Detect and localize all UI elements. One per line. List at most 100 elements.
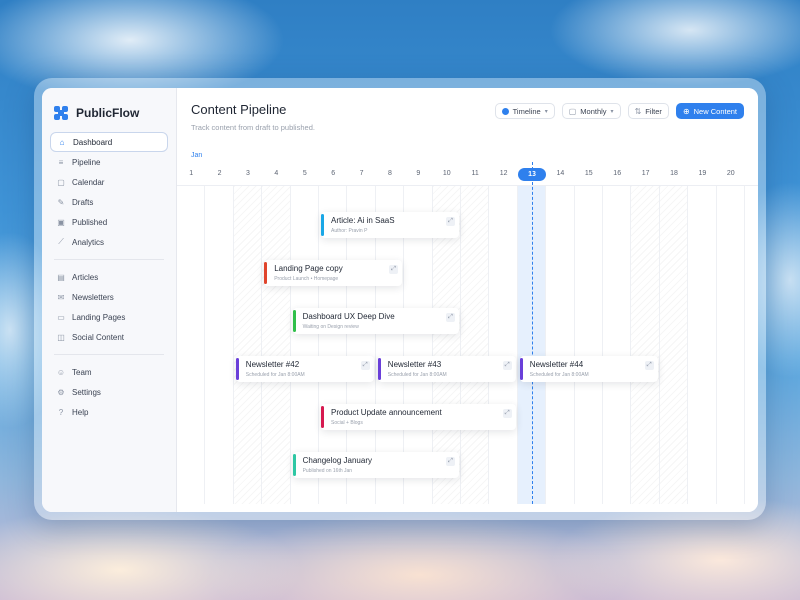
day-column	[205, 186, 234, 504]
card-subtitle: Author: Pravin P	[331, 228, 368, 234]
sidebar-item-newsletters[interactable]: ✉ Newsletters	[50, 287, 168, 307]
nav-divider	[54, 354, 164, 355]
page-title: Content Pipeline	[191, 102, 287, 117]
chart-icon: ⟋	[58, 237, 64, 246]
sidebar-item-label: Pipeline	[72, 157, 101, 167]
sidebar-item-analytics[interactable]: ⟋ Analytics	[50, 232, 168, 252]
card-subtitle: Waiting on Design review	[302, 324, 359, 330]
timeline-card[interactable]: Newsletter #42 Scheduled for Jan 8:00AM ⤢	[235, 356, 374, 382]
timeline-card[interactable]: Newsletter #44 Scheduled for Jan 8:00AM ⤢	[519, 356, 658, 382]
day-label: 16	[613, 170, 622, 177]
sidebar-item-articles[interactable]: ▤ Articles	[50, 267, 168, 287]
status-color-bar	[292, 310, 296, 332]
gear-icon: ⚙	[57, 387, 65, 397]
card-subtitle: Product Launch • Homepage	[274, 276, 339, 282]
day-column	[603, 186, 632, 504]
period-select[interactable]: ▢ Monthly ▾	[561, 103, 621, 119]
sidebar-item-team[interactable]: ☺ Team	[50, 362, 168, 382]
main-content: Content Pipeline Track content from draf…	[177, 88, 758, 512]
card-subtitle: Scheduled for Jan 8:00AM	[387, 372, 447, 378]
day-header: 1 2 3 4 5 6 7 8 9 10 11 12 13 14 15 16 17 18 19 20	[177, 162, 758, 186]
calendar-icon: ▢	[568, 106, 577, 116]
expand-icon[interactable]: ⤢	[445, 313, 455, 322]
sidebar-item-pipeline[interactable]: ≡ Pipeline	[50, 152, 168, 172]
edit-icon: ✎	[57, 197, 65, 207]
publicflow-logo-icon	[54, 106, 68, 120]
sidebar-item-label: Dashboard	[73, 137, 113, 147]
period-select-label: Monthly	[580, 106, 607, 116]
day-label: 2	[217, 170, 222, 177]
pipeline-icon: ≡	[58, 157, 64, 167]
day-column	[262, 186, 291, 504]
status-color-bar	[235, 358, 239, 380]
expand-icon[interactable]: ⤢	[502, 409, 512, 418]
timeline-card[interactable]: Landing Page copy Product Launch • Homepa…	[264, 260, 403, 286]
nav-divider	[54, 259, 164, 260]
day-label: 6	[331, 170, 336, 177]
expand-icon[interactable]: ⤢	[389, 265, 399, 274]
filter-button-label: Filter	[645, 106, 662, 116]
filter-icon: ⇅	[634, 106, 642, 116]
expand-icon[interactable]: ⤢	[502, 361, 512, 370]
card-subtitle: Scheduled for Jan 8:00AM	[245, 372, 305, 378]
brand[interactable]: PublicFlow	[50, 102, 168, 124]
sidebar-item-calendar[interactable]: ▢ Calendar	[50, 172, 168, 192]
card-subtitle: Scheduled for Jan 8:00AM	[529, 372, 589, 378]
users-icon: ☺	[56, 367, 66, 377]
card-title: Dashboard UX Deep Dive	[302, 312, 395, 321]
expand-icon[interactable]: ⤢	[446, 217, 455, 226]
new-content-button[interactable]: ⊕ New Content	[675, 103, 744, 119]
sidebar-item-settings[interactable]: ⚙ Settings	[50, 382, 168, 402]
timeline-icon	[501, 107, 509, 115]
day-label: 19	[698, 170, 707, 177]
timeline-card[interactable]: Changelog January Published on 16th Jan ⤢	[292, 452, 459, 478]
day-label: 1	[189, 170, 194, 177]
sidebar: PublicFlow ⌂ Dashboard ≡ Pipeline ▢ Calendar ✎…	[42, 88, 177, 512]
calendar-icon: ▢	[57, 177, 65, 187]
timeline-card[interactable]: Article: Ai in SaaS Author: Pravin P ⤢	[321, 212, 459, 238]
day-label: 12	[499, 170, 508, 177]
expand-icon[interactable]: ⤢	[644, 361, 654, 370]
page-subtitle: Track content from draft to published.	[191, 123, 315, 132]
card-subtitle: Published on 16th Jan	[302, 468, 353, 474]
expand-icon[interactable]: ⤢	[360, 361, 370, 370]
expand-icon[interactable]: ⤢	[445, 457, 455, 466]
sidebar-item-published[interactable]: ▣ Published	[50, 212, 168, 232]
sidebar-item-help[interactable]: ? Help	[50, 402, 168, 422]
sidebar-item-label: Analytics	[72, 237, 105, 247]
app-window: PublicFlow ⌂ Dashboard ≡ Pipeline ▢ Calendar ✎…	[42, 88, 758, 512]
sidebar-item-drafts[interactable]: ✎ Drafts	[50, 192, 168, 212]
status-color-bar	[321, 406, 324, 428]
monitor-icon: ▭	[57, 312, 65, 322]
toolbar: Timeline ▾ ▢ Monthly ▾ ⇅ Filter ⊕ New Co…	[494, 103, 744, 119]
new-content-button-label: New Content	[693, 106, 737, 116]
timeline: Jan 1 2 3 4 5 6 7 8 9 10 11 12 13 14 15 16 17 18 19 20 Arti…	[177, 148, 758, 512]
card-title: Landing Page copy	[274, 264, 343, 273]
sidebar-item-landing-pages[interactable]: ▭ Landing Pages	[50, 307, 168, 327]
sidebar-item-dashboard[interactable]: ⌂ Dashboard	[50, 132, 168, 152]
card-title: Newsletter #44	[529, 360, 584, 369]
sidebar-item-label: Help	[72, 407, 89, 417]
card-title: Changelog January	[302, 456, 372, 465]
view-select[interactable]: Timeline ▾	[494, 103, 555, 119]
day-label: 9	[416, 170, 421, 177]
day-label: 3	[246, 170, 250, 177]
send-icon: ▣	[57, 217, 65, 227]
day-label: 11	[471, 170, 479, 177]
filter-button[interactable]: ⇅ Filter	[627, 103, 669, 119]
status-color-bar	[321, 214, 324, 236]
day-column	[489, 186, 518, 504]
sidebar-item-social-content[interactable]: ◫ Social Content	[50, 327, 168, 347]
day-label: 8	[388, 170, 392, 177]
day-label: 15	[584, 170, 593, 177]
day-column	[461, 186, 490, 504]
day-column	[546, 186, 575, 504]
day-column	[177, 186, 206, 504]
timeline-card[interactable]: Newsletter #43 Scheduled for Jan 8:00AM ⤢	[377, 356, 516, 382]
month-label: Jan	[191, 152, 203, 159]
timeline-card[interactable]: Product Update announcement Social + Blog…	[321, 404, 516, 430]
page-header: Content Pipeline Track content from draf…	[191, 102, 315, 132]
status-color-bar	[377, 358, 381, 380]
timeline-card[interactable]: Dashboard UX Deep Dive Waiting on Design …	[292, 308, 459, 334]
card-subtitle: Social + Blogs	[331, 420, 363, 426]
